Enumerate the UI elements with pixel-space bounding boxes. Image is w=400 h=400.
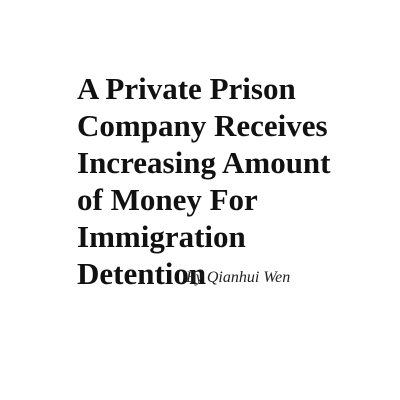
headline-line: Increasing Amount: [77, 145, 331, 180]
headline-line: A Private Prison: [77, 71, 296, 106]
headline-line: of Money For: [77, 182, 258, 217]
article-headline: A Private Prison Company Receives Increa…: [77, 70, 377, 292]
headline-line: Company Receives: [77, 108, 328, 143]
article-page: A Private Prison Company Receives Increa…: [0, 0, 400, 400]
headline-line: Immigration: [77, 219, 246, 254]
article-byline: By Qianhui Wen: [186, 269, 291, 286]
